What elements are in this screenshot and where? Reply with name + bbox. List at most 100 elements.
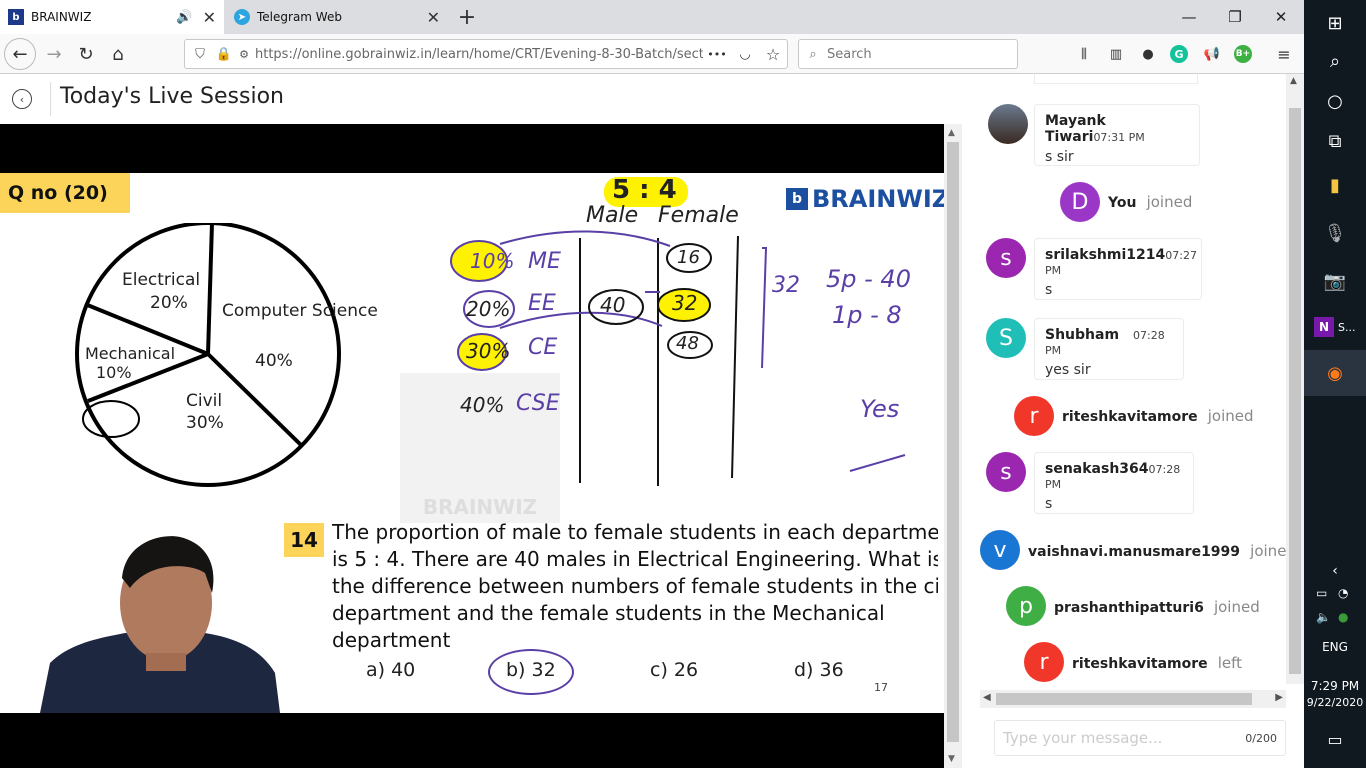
page-actions-icon[interactable]: ••• bbox=[703, 48, 731, 61]
page-header: ‹ Today's Live Session bbox=[0, 74, 962, 124]
note-equation-1: 5p - 40 bbox=[826, 265, 911, 293]
task-view-icon[interactable]: ⧉ bbox=[1304, 118, 1366, 164]
library-icon[interactable]: ⫼ bbox=[1074, 44, 1094, 64]
note-pct-ce: 30% bbox=[466, 339, 511, 363]
question-line: is 5 : 4. There are 40 males in Electric… bbox=[332, 547, 938, 571]
question-line: department and the female students in th… bbox=[332, 601, 885, 625]
pocket-icon[interactable]: ◡ bbox=[731, 47, 759, 62]
question-number: 14 bbox=[284, 523, 324, 557]
avatar: s bbox=[986, 452, 1026, 492]
recorder-icon[interactable]: 🎙 bbox=[1304, 210, 1366, 256]
lock-icon[interactable]: 🔒 bbox=[215, 47, 233, 62]
shield-icon[interactable]: ⛉ bbox=[185, 47, 215, 62]
windows-taskbar: ⊞ ⌕ ○ ⧉ ▮ 🎙 📷 N S... ◉ ‹ ▭ ◔ 🔈 ● ENG 7:2… bbox=[1304, 0, 1366, 768]
volume-icon[interactable]: 🔈 bbox=[1316, 610, 1331, 624]
scroll-up-icon[interactable]: ▲ bbox=[948, 128, 955, 138]
note-ratio: 5 : 4 bbox=[612, 175, 677, 205]
speaker-icon[interactable]: 🔊 bbox=[176, 10, 192, 25]
account-icon[interactable]: ● bbox=[1138, 44, 1158, 64]
close-tab-icon[interactable]: ✕ bbox=[427, 8, 440, 27]
avatar: v bbox=[980, 530, 1020, 570]
reload-icon[interactable]: ↻ bbox=[70, 38, 102, 70]
scroll-thumb[interactable] bbox=[1289, 108, 1301, 674]
chat-horizontal-scrollbar[interactable]: ◀ ▶ bbox=[980, 690, 1286, 708]
scroll-thumb[interactable] bbox=[996, 693, 1252, 705]
instructor-video bbox=[40, 536, 280, 713]
back-circle-icon[interactable]: ‹ bbox=[12, 89, 32, 109]
join-status: joined bbox=[1207, 407, 1254, 425]
tab-strip: b BRAINWIZ 🔊 ✕ ➤ Telegram Web ✕ + — ❐ ✕ bbox=[0, 0, 1304, 34]
sync-icon[interactable]: ● bbox=[1338, 610, 1348, 624]
file-explorer-icon[interactable]: ▮ bbox=[1304, 162, 1366, 208]
clock-date[interactable]: 9/22/2020 bbox=[1304, 696, 1366, 709]
note-yes: Yes bbox=[860, 395, 900, 423]
battery-icon[interactable]: ▭ bbox=[1316, 586, 1327, 600]
telegram-favicon-icon: ➤ bbox=[234, 9, 250, 25]
join-status: joined bbox=[1146, 193, 1193, 211]
avatar: s bbox=[986, 238, 1026, 278]
chat-message-input[interactable]: Type your message... 0/200 bbox=[994, 720, 1286, 756]
option-d: d) 36 bbox=[794, 659, 844, 681]
pie-value-electrical: 20% bbox=[150, 293, 188, 313]
note-dept-ce: CE bbox=[528, 335, 558, 360]
scroll-left-icon[interactable]: ◀ bbox=[983, 692, 991, 703]
notifications-icon[interactable]: ▭ bbox=[1304, 716, 1366, 762]
close-tab-icon[interactable]: ✕ bbox=[203, 8, 216, 27]
brainwiz-favicon-icon: b bbox=[8, 9, 24, 25]
menu-hamburger-icon[interactable]: ≡ bbox=[1274, 44, 1294, 64]
grammarly-icon[interactable]: G bbox=[1170, 45, 1188, 63]
message-text: s sir bbox=[1045, 149, 1074, 165]
page-title: Today's Live Session bbox=[60, 84, 284, 109]
note-female-ee: 32 bbox=[672, 291, 698, 315]
home-icon[interactable]: ⌂ bbox=[102, 38, 134, 70]
note-difference: 32 bbox=[772, 273, 800, 298]
video-scrollbar[interactable]: ▲ ▼ bbox=[944, 124, 962, 768]
permissions-icon[interactable]: ⚙ bbox=[233, 48, 255, 61]
chat-message: srilakshmi121407:27 PM s bbox=[1034, 238, 1202, 300]
tab-telegram[interactable]: ➤ Telegram Web ✕ bbox=[226, 0, 448, 34]
live-video-player[interactable]: Q no (20) b BRAINWIZ BRAINWIZ Computer S… bbox=[0, 124, 944, 768]
show-hidden-icons-icon[interactable]: ‹ bbox=[1304, 548, 1366, 594]
avatar: p bbox=[1006, 586, 1046, 626]
back-icon[interactable]: ← bbox=[4, 38, 36, 70]
restore-icon[interactable]: ❐ bbox=[1212, 0, 1258, 34]
note-pct-cse: 40% bbox=[460, 393, 505, 417]
question-line: The proportion of male to female student… bbox=[332, 520, 938, 544]
message-text: s bbox=[1045, 496, 1053, 512]
url-text[interactable]: https://online.gobrainwiz.in/learn/home/… bbox=[255, 47, 703, 62]
search-field[interactable]: ⌕ Search bbox=[798, 39, 1018, 69]
clock-time[interactable]: 7:29 PM bbox=[1304, 679, 1366, 693]
new-tab-icon[interactable]: + bbox=[454, 4, 480, 30]
chat-vertical-scrollbar[interactable]: ▲ bbox=[1286, 74, 1304, 684]
wifi-icon[interactable]: ◔ bbox=[1338, 586, 1348, 600]
pie-value-computer-science: 40% bbox=[255, 351, 293, 371]
language-indicator[interactable]: ENG bbox=[1304, 640, 1366, 654]
join-notice: You joined bbox=[1108, 193, 1192, 211]
question-line: the difference between numbers of female… bbox=[332, 574, 938, 598]
scroll-right-icon[interactable]: ▶ bbox=[1275, 692, 1283, 703]
join-notice: riteshkavitamore joined bbox=[1062, 407, 1254, 425]
watermark-text: BRAINWIZ bbox=[422, 495, 538, 519]
message-text: s bbox=[1045, 282, 1053, 298]
close-window-icon[interactable]: ✕ bbox=[1258, 0, 1304, 34]
bookmark-star-icon[interactable]: ☆ bbox=[759, 45, 787, 64]
logo-text: BRAINWIZ bbox=[812, 185, 944, 213]
scroll-thumb[interactable] bbox=[947, 142, 959, 742]
camera-icon[interactable]: 📷 bbox=[1304, 258, 1366, 304]
forward-icon[interactable]: → bbox=[38, 38, 70, 70]
tab-brainwiz[interactable]: b BRAINWIZ 🔊 ✕ bbox=[0, 0, 224, 34]
pie-value-civil: 30% bbox=[186, 413, 224, 433]
note-male-ee: 40 bbox=[600, 293, 626, 317]
onenote-taskbar-item[interactable]: N S... bbox=[1304, 304, 1366, 350]
chat-message: Shubham 07:28 PM yes sir bbox=[1034, 318, 1184, 380]
megaphone-icon[interactable]: 📢 bbox=[1202, 44, 1222, 64]
url-bar[interactable]: ⛉ 🔒 ⚙ https://online.gobrainwiz.in/learn… bbox=[184, 39, 788, 69]
sidebar-icon[interactable]: ▥ bbox=[1106, 44, 1126, 64]
extension-badge-icon[interactable]: B+ bbox=[1234, 45, 1252, 63]
scroll-up-icon[interactable]: ▲ bbox=[1290, 76, 1297, 86]
onenote-icon: N bbox=[1314, 317, 1334, 337]
scroll-down-icon[interactable]: ▼ bbox=[948, 754, 955, 764]
onenote-label: S... bbox=[1338, 320, 1356, 334]
minimize-icon[interactable]: — bbox=[1166, 0, 1212, 34]
firefox-icon[interactable]: ◉ bbox=[1304, 350, 1366, 396]
